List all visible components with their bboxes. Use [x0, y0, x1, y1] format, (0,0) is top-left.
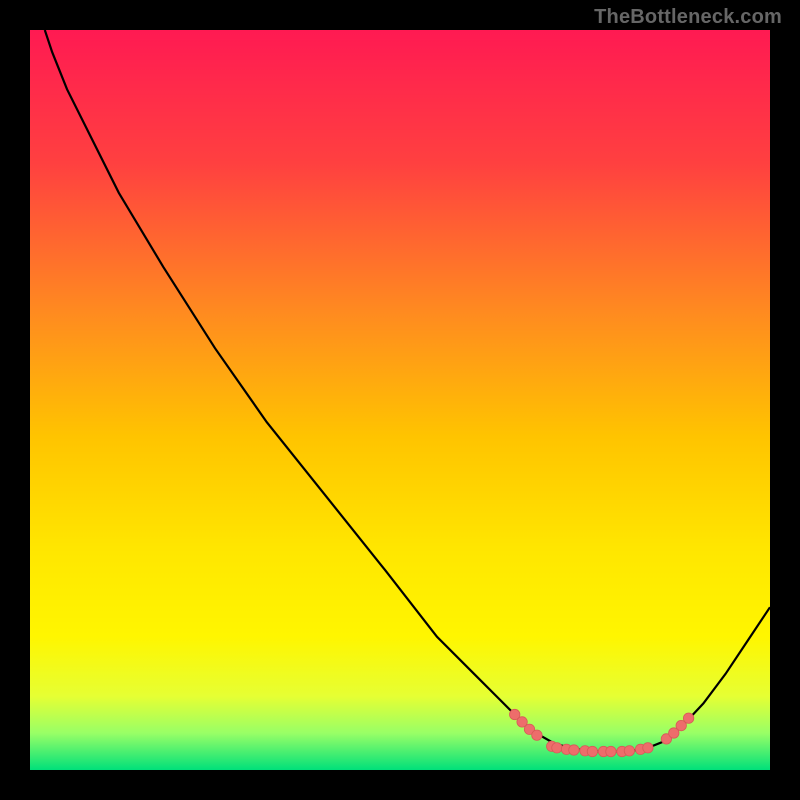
curve-marker: [606, 746, 616, 756]
curve-marker: [532, 730, 542, 740]
plot-area: [30, 30, 770, 770]
curve-marker: [552, 743, 562, 753]
bottleneck-curve: [45, 30, 770, 752]
curve-marker: [683, 713, 693, 723]
attribution-text: TheBottleneck.com: [594, 6, 782, 29]
curve-markers: [510, 709, 694, 756]
curve-marker: [643, 743, 653, 753]
curve-layer: [30, 30, 770, 770]
curve-marker: [569, 745, 579, 755]
curve-marker: [624, 746, 634, 756]
curve-marker: [587, 746, 597, 756]
chart-container: TheBottleneck.com: [0, 0, 800, 800]
